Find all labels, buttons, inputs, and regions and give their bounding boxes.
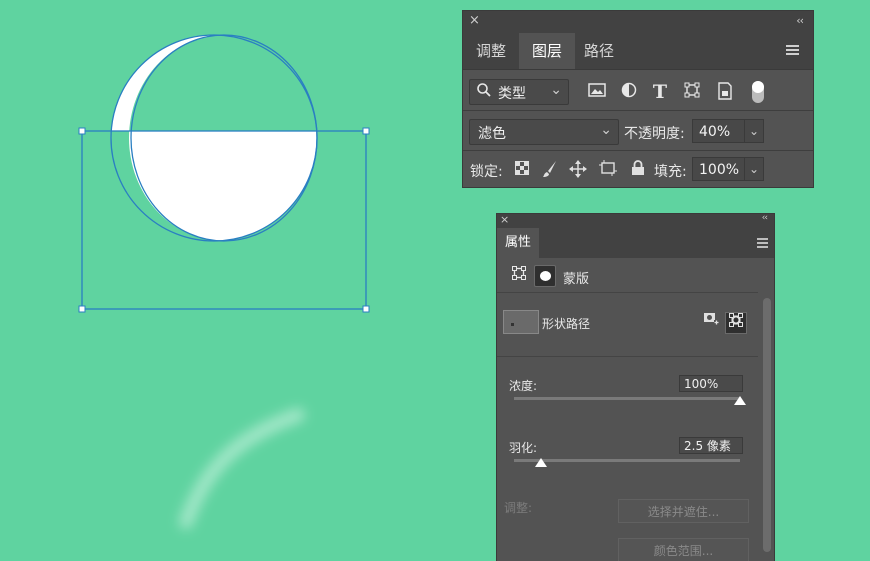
lock-row: 锁定: 填充: 100% ⌄ <box>463 151 813 187</box>
density-slider[interactable] <box>514 396 746 405</box>
shape-path-label: 形状路径 <box>542 317 591 331</box>
mask-label: 蒙版 <box>563 272 590 287</box>
smart-object-filter-icon[interactable] <box>715 82 735 102</box>
panel-title-bar[interactable]: × ‹‹ <box>497 214 774 228</box>
shape-filter-icon[interactable] <box>682 82 702 102</box>
type-filter-icon[interactable]: T <box>650 82 670 102</box>
lock-label: 锁定: <box>470 164 503 180</box>
image-filter-icon[interactable] <box>587 82 607 102</box>
lock-all-icon[interactable] <box>628 160 648 180</box>
lock-position-icon[interactable] <box>568 160 588 180</box>
layer-filter-select[interactable]: 类型 ⌄ <box>469 79 569 105</box>
tab-properties[interactable]: 属性 <box>497 228 540 258</box>
lock-image-icon[interactable] <box>540 160 560 180</box>
lock-transparent-icon[interactable] <box>512 160 532 180</box>
color-range-button[interactable]: 颜色范围... <box>618 538 749 561</box>
lock-artboard-icon[interactable] <box>598 160 618 180</box>
layers-panel: × ‹‹ 调整 图层 路径 类型 ⌄ T 滤色 ⌄ 不透明度: 40% ⌄ 锁定… <box>463 11 813 187</box>
density-input[interactable]: 100% <box>679 375 743 392</box>
collapse-panel-icon[interactable]: ‹‹ <box>796 14 804 27</box>
blend-mode-select[interactable]: 滤色 ⌄ <box>469 119 619 145</box>
fill-label: 填充: <box>654 164 687 180</box>
panel-menu-icon[interactable] <box>757 238 768 250</box>
feather-slider[interactable] <box>514 458 740 467</box>
panel-menu-icon[interactable] <box>786 45 799 57</box>
mask-row: 蒙版 <box>497 258 758 293</box>
properties-panel: × ‹‹ 属性 蒙版 形状路径 浓度: 100% 羽化: 2.5 像素 调整: … <box>497 214 774 561</box>
magnifier-icon <box>476 82 492 102</box>
blend-row: 滤色 ⌄ 不透明度: 40% ⌄ <box>463 111 813 151</box>
feather-input[interactable]: 2.5 像素 <box>679 437 743 454</box>
feather-slider-thumb[interactable] <box>535 458 548 467</box>
chevron-down-icon: ⌄ <box>550 82 562 98</box>
panel-tabs: 调整 图层 路径 <box>463 33 813 70</box>
panel-title-bar[interactable]: × ‹‹ <box>463 11 813 33</box>
panel-tabs: 属性 <box>497 228 774 258</box>
add-pixel-mask-icon[interactable] <box>700 312 722 334</box>
tab-paths[interactable]: 路径 <box>571 33 627 69</box>
opacity-label: 不透明度: <box>624 126 685 142</box>
feather-label: 羽化: <box>509 441 538 455</box>
scrollbar[interactable] <box>763 298 771 552</box>
density-label: 浓度: <box>509 379 538 393</box>
close-icon[interactable]: × <box>469 13 480 28</box>
tab-adjustments[interactable]: 调整 <box>463 33 519 69</box>
blend-mode-label: 滤色 <box>478 126 506 142</box>
close-icon[interactable]: × <box>500 214 509 226</box>
adjustment-filter-icon[interactable] <box>619 82 639 102</box>
vector-mask-button-icon[interactable] <box>725 312 747 334</box>
adjust-label: 调整: <box>504 501 533 515</box>
select-and-mask-button[interactable]: 选择并遮住... <box>618 499 749 523</box>
soft-highlight-stroke <box>179 408 305 529</box>
tab-layers[interactable]: 图层 <box>519 33 576 69</box>
filter-toggle-icon[interactable] <box>752 81 764 103</box>
filter-row: 类型 ⌄ T <box>463 69 813 111</box>
chevron-down-icon: ⌄ <box>600 122 612 138</box>
collapse-panel-icon[interactable]: ‹‹ <box>762 214 768 223</box>
fill-dropdown-button[interactable]: ⌄ <box>744 157 764 181</box>
density-slider-thumb[interactable] <box>734 396 746 405</box>
path-thumbnail[interactable] <box>503 310 539 334</box>
filter-kind-label: 类型 <box>498 86 526 102</box>
opacity-dropdown-button[interactable]: ⌄ <box>744 119 764 143</box>
vector-mask-icon[interactable] <box>508 265 530 287</box>
pixel-mask-icon[interactable] <box>534 265 556 287</box>
shape-path-row: 形状路径 <box>497 294 758 357</box>
